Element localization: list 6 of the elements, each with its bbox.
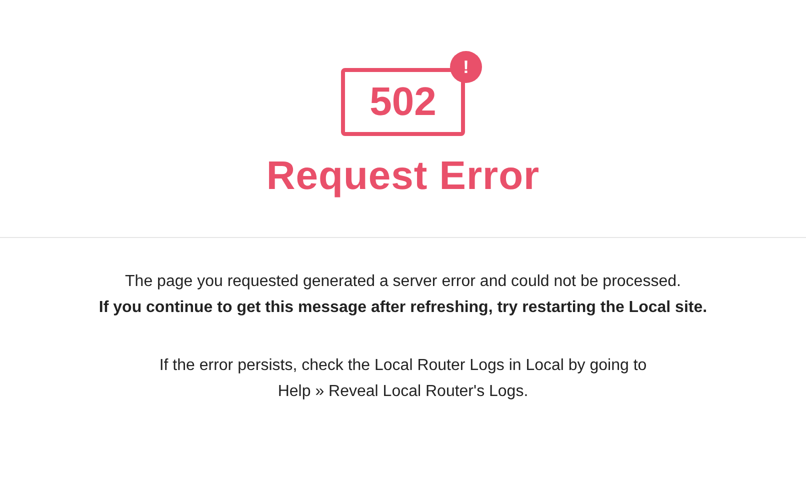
message-text: The page you requested generated a server error and could not be processed. — [125, 272, 681, 292]
help-text: Help » Reveal Local Router's Logs. — [278, 382, 528, 402]
message-text: If you continue to get this message after refreshing, try restarting the Local site. — [98, 298, 708, 318]
alert-badge: ! — [450, 51, 482, 83]
help-text: If the error persists, check the Local Router Logs in Local by going to — [159, 356, 647, 376]
error-title: Request Error — [266, 154, 540, 199]
